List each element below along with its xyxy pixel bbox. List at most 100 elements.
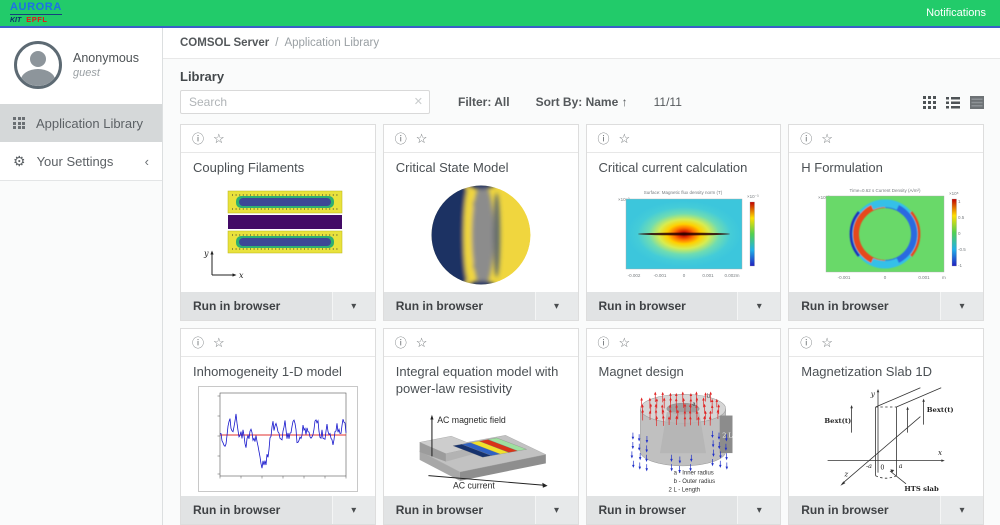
run-split-button: Run in browser ▾: [789, 292, 983, 320]
user-panel: Anonymous guest: [0, 28, 162, 104]
legend-line: a - Inner radius: [674, 471, 714, 477]
info-icon[interactable]: ⓘ: [192, 130, 204, 147]
app-card-h-formulation: ⓘ☆ H Formulation Time=0.62 s Current Den…: [788, 124, 984, 321]
caret-down-icon: ▾: [757, 301, 762, 312]
run-options-dropdown[interactable]: ▾: [535, 292, 578, 320]
x-tick: -0.001: [654, 273, 667, 278]
sort-direction-icon[interactable]: ↑: [622, 95, 628, 109]
run-in-browser-button[interactable]: Run in browser: [789, 496, 940, 524]
breadcrumb: COMSOL Server / Application Library: [163, 28, 1000, 59]
top-bar: AURORA KIT EPFL Notifications: [0, 0, 1000, 28]
filter-value: All: [494, 95, 509, 109]
info-icon[interactable]: ⓘ: [598, 334, 610, 351]
info-icon[interactable]: ⓘ: [800, 334, 812, 351]
app-title: Critical current calculation: [587, 153, 781, 179]
minus-a-label: -a: [866, 462, 872, 470]
run-options-dropdown[interactable]: ▾: [535, 496, 578, 524]
app-card-inhomogeneity-1d-model: ⓘ☆ Inhomogeneity 1-D model: [180, 328, 376, 525]
x-tick: 0.002m: [725, 273, 740, 278]
star-icon[interactable]: ☆: [213, 335, 225, 351]
star-icon[interactable]: ☆: [821, 131, 833, 147]
info-icon[interactable]: ⓘ: [192, 334, 204, 351]
bext-left-label: Bext(t): [825, 417, 852, 425]
chevron-left-icon[interactable]: ‹: [145, 154, 149, 169]
run-split-button: Run in browser ▾: [789, 496, 983, 524]
hts-slab-label: HTS slab: [905, 485, 940, 493]
grid-view-icon[interactable]: [923, 96, 936, 109]
axis-y-label: y: [203, 249, 209, 258]
caret-down-icon: ▾: [554, 505, 559, 516]
bar-tick: -1: [958, 263, 962, 268]
sort-control[interactable]: Sort By: Name ↑: [536, 95, 628, 109]
star-icon[interactable]: ☆: [619, 335, 631, 351]
detail-view-icon[interactable]: [970, 96, 984, 109]
star-icon[interactable]: ☆: [416, 335, 428, 351]
star-icon[interactable]: ☆: [416, 131, 428, 147]
search-clear-icon[interactable]: ✕: [414, 95, 423, 108]
app-card-critical-state-model: ⓘ ☆ Critical State Model: [383, 124, 579, 321]
sidebar-item-label: Application Library: [36, 116, 143, 131]
run-options-dropdown[interactable]: ▾: [737, 496, 780, 524]
sort-value: Name: [586, 95, 619, 109]
caret-down-icon: ▾: [351, 505, 356, 516]
run-options-dropdown[interactable]: ▾: [332, 292, 375, 320]
run-in-browser-button[interactable]: Run in browser: [384, 292, 535, 320]
x-tick: 0: [884, 275, 887, 280]
run-options-dropdown[interactable]: ▾: [940, 292, 983, 320]
star-icon[interactable]: ☆: [821, 335, 833, 351]
a-label: a: [899, 462, 903, 470]
info-icon[interactable]: ⓘ: [800, 130, 812, 147]
app-title: Coupling Filaments: [181, 153, 375, 179]
app-thumbnail: y x: [181, 179, 375, 292]
run-options-dropdown[interactable]: ▾: [332, 496, 375, 524]
run-in-browser-button[interactable]: Run in browser: [181, 292, 332, 320]
colorbar-scale: ×10⁻³: [747, 194, 759, 199]
aurora-logo: AURORA KIT EPFL: [10, 2, 62, 24]
breadcrumb-root[interactable]: COMSOL Server: [180, 37, 269, 49]
bext-right-label: Bext(t): [927, 406, 954, 414]
search-input[interactable]: [180, 90, 430, 114]
filter-control[interactable]: Filter: All: [458, 95, 510, 109]
caret-down-icon: ▾: [554, 301, 559, 312]
caret-down-icon: ▾: [959, 301, 964, 312]
notifications-button[interactable]: Notifications: [926, 7, 1000, 19]
list-view-icon[interactable]: [946, 96, 960, 109]
current-label: AC current: [453, 481, 495, 491]
sidebar: Anonymous guest Application Library ⚙ Yo…: [0, 28, 163, 525]
star-icon[interactable]: ☆: [213, 131, 225, 147]
run-options-dropdown[interactable]: ▾: [940, 496, 983, 524]
app-thumbnail: Time=0.62 s Current Density (A/m²) ×10⁻³: [789, 179, 983, 292]
run-options-dropdown[interactable]: ▾: [737, 292, 780, 320]
avatar: [14, 41, 62, 89]
star-icon[interactable]: ☆: [619, 131, 631, 147]
info-icon[interactable]: ⓘ: [598, 130, 610, 147]
run-split-button: Run in browser ▾: [384, 496, 578, 524]
filter-label: Filter:: [458, 95, 491, 109]
app-thumbnail: AC magnetic field AC current: [384, 400, 578, 496]
sidebar-item-application-library[interactable]: Application Library: [0, 104, 162, 142]
page-title: Library: [180, 69, 984, 84]
run-split-button: Run in browser ▾: [587, 292, 781, 320]
app-thumbnail: y x z -a 0 a Bext(t) Bext(t) HTS slab: [789, 383, 983, 496]
sidebar-item-your-settings[interactable]: ⚙ Your Settings ‹: [0, 142, 162, 181]
bar-tick: -0.5: [958, 247, 966, 252]
run-in-browser-button[interactable]: Run in browser: [789, 292, 940, 320]
run-in-browser-button[interactable]: Run in browser: [587, 496, 738, 524]
run-in-browser-button[interactable]: Run in browser: [587, 292, 738, 320]
run-in-browser-button[interactable]: Run in browser: [181, 496, 332, 524]
run-split-button: Run in browser ▾: [587, 496, 781, 524]
x-tick: 0.001: [918, 275, 930, 280]
app-title: Critical State Model: [384, 153, 578, 179]
logo-title: AURORA: [10, 2, 62, 13]
bar-tick: 1: [958, 199, 961, 204]
sidebar-item-label: Your Settings: [37, 154, 114, 169]
avatar-body: [21, 69, 55, 89]
info-icon[interactable]: ⓘ: [395, 334, 407, 351]
app-title: Integral equation model with power-law r…: [384, 357, 578, 400]
run-in-browser-button[interactable]: Run in browser: [384, 496, 535, 524]
info-icon[interactable]: ⓘ: [395, 130, 407, 147]
caret-down-icon: ▾: [959, 505, 964, 516]
app-card-coupling-filaments: ⓘ ☆ Coupling Filaments: [180, 124, 376, 321]
sort-label: Sort By:: [536, 95, 583, 109]
axis-y-label: y: [870, 390, 876, 399]
